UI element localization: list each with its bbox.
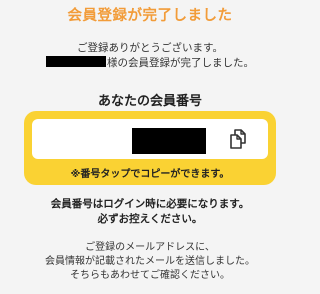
- copy-tap-note: ※番号タップでコピーができます。: [70, 169, 230, 180]
- notice-line-1: 会員番号はログイン時に必要になります。: [50, 198, 250, 210]
- member-number-heading: あなたの会員番号: [97, 94, 202, 109]
- redacted-member-number[interactable]: [132, 128, 206, 154]
- thanks-message: ご登録ありがとうございます。: [77, 42, 223, 54]
- email-sent-message: ご登録のメールアドレスに、 会員情報が記載されたメールを送信しました。 そちらも…: [0, 241, 300, 283]
- member-number-field[interactable]: [32, 119, 268, 159]
- name-suffix-text: 様の会員登録が完了しました。: [107, 57, 254, 69]
- email-line-3: そちらもあわせてご確認ください。: [70, 270, 230, 281]
- page-title: 会員登録が完了しました: [67, 8, 233, 24]
- copy-icon[interactable]: [226, 127, 250, 151]
- notice-line-2: 必ずお控えください。: [97, 213, 203, 225]
- member-number-card: ※番号タップでコピーができます。: [24, 111, 276, 185]
- redacted-user-name: [46, 56, 106, 67]
- member-number-notice: 会員番号はログイン時に必要になります。 必ずお控えください。: [0, 197, 300, 227]
- email-line-2: 会員情報が記載されたメールを送信しました。: [45, 256, 255, 267]
- email-line-1: ご登録のメールアドレスに、: [85, 242, 215, 253]
- registration-complete-message: 様の会員登録が完了しました。: [0, 55, 300, 70]
- registration-complete-page: 会員登録が完了しました ご登録ありがとうございます。 様の会員登録が完了しました…: [0, 0, 300, 294]
